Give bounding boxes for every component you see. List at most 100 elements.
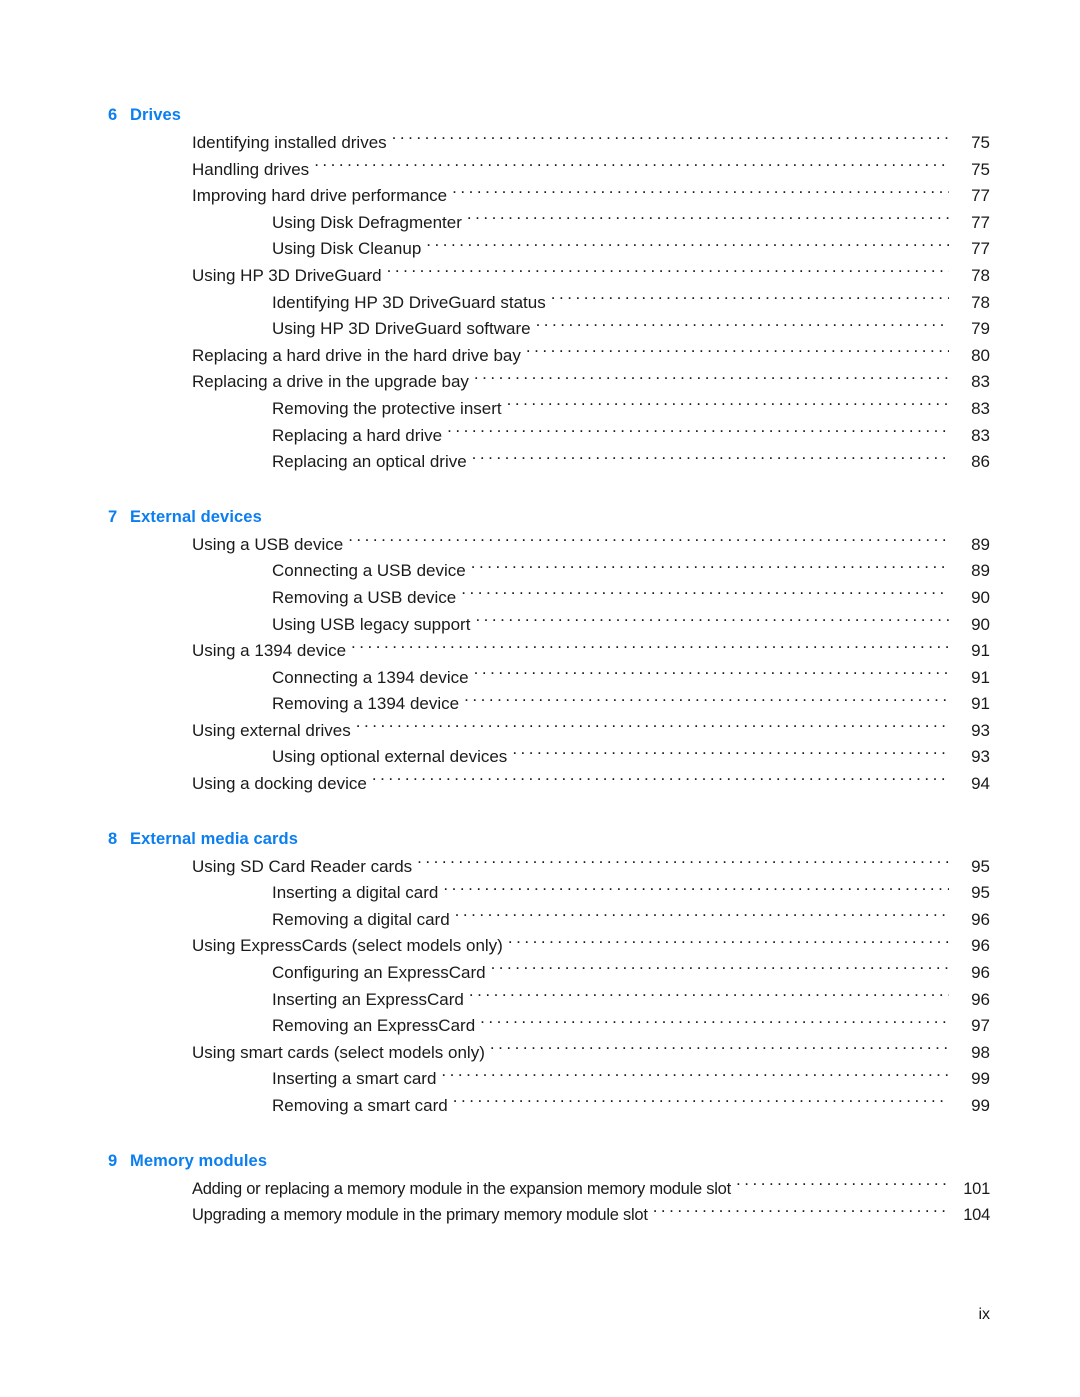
toc-entry-page-number: 96 xyxy=(971,909,990,929)
toc-entry[interactable]: Identifying installed drives 75 xyxy=(108,130,990,157)
toc-entry-page-number: 99 xyxy=(971,1096,990,1115)
toc-entry-label: Upgrading a memory module in the primary… xyxy=(192,1206,648,1225)
toc-entry[interactable]: Identifying HP 3D DriveGuard status 78 xyxy=(108,290,990,317)
toc-entry[interactable]: Using HP 3D DriveGuard software 79 xyxy=(108,316,990,343)
toc-entry-page-number: 91 xyxy=(971,667,990,687)
toc-entry-page-number: 78 xyxy=(971,265,990,285)
dot-leader xyxy=(469,988,949,1005)
dot-leader xyxy=(452,184,949,201)
chapter-title: External media cards xyxy=(130,829,298,848)
toc-entry-label: Identifying HP 3D DriveGuard status xyxy=(272,292,546,312)
toc-entry[interactable]: Upgrading a memory module in the primary… xyxy=(108,1202,990,1229)
chapter-number: 8 xyxy=(108,829,118,848)
chapter-heading[interactable]: 9 Memory modules xyxy=(108,1150,990,1172)
toc-entry-label: Using HP 3D DriveGuard xyxy=(192,265,382,285)
toc-entry[interactable]: Using Disk Cleanup 77 xyxy=(108,236,990,263)
toc-entry-page-number: 99 xyxy=(971,1069,990,1089)
dot-leader xyxy=(356,719,949,736)
toc-entry-label: Removing the protective insert xyxy=(272,398,502,418)
toc-entry-label: Inserting a digital card xyxy=(272,883,439,903)
toc-entry-label: Connecting a USB device xyxy=(272,561,466,581)
dot-leader xyxy=(314,158,949,175)
toc-entry-page-number: 101 xyxy=(963,1179,990,1198)
toc-entry[interactable]: Using a USB device 89 xyxy=(108,532,990,559)
toc-entry-label: Using HP 3D DriveGuard software xyxy=(272,319,531,339)
dot-leader xyxy=(447,424,949,441)
chapter-heading[interactable]: 7 External devices xyxy=(108,506,990,528)
toc-entry[interactable]: Replacing a drive in the upgrade bay 83 xyxy=(108,369,990,396)
toc-entry[interactable]: Replacing an optical drive 86 xyxy=(108,449,990,476)
toc-entry[interactable]: Using HP 3D DriveGuard 78 xyxy=(108,263,990,290)
toc-entry[interactable]: Removing a smart card 99 xyxy=(108,1093,990,1120)
toc-entry[interactable]: Removing a digital card 96 xyxy=(108,907,990,934)
dot-leader xyxy=(387,264,949,281)
dot-leader xyxy=(653,1204,949,1221)
toc-entry-label: Using external drives xyxy=(192,720,351,740)
toc-chapter: 8 External media cards Using SD Card Reade… xyxy=(108,828,990,1120)
toc-entry-label: Using smart cards (select models only) xyxy=(192,1042,485,1062)
toc-entry-page-number: 89 xyxy=(971,561,990,581)
toc-entry[interactable]: Improving hard drive performance 77 xyxy=(108,183,990,210)
toc-entry[interactable]: Adding or replacing a memory module in t… xyxy=(108,1176,990,1203)
toc-chapter: 9 Memory modules Adding or replacing a mem… xyxy=(108,1150,990,1229)
toc-page: 6Drives Identifying installed drives75Han… xyxy=(0,0,1080,1397)
toc-entry[interactable]: Inserting an ExpressCard 96 xyxy=(108,987,990,1014)
toc-entry[interactable]: Using smart cards (select models only) 98 xyxy=(108,1040,990,1067)
dot-leader xyxy=(551,291,949,308)
toc-entry[interactable]: Replacing a hard drive 83 xyxy=(108,423,990,450)
toc-entry[interactable]: Connecting a USB device 89 xyxy=(108,558,990,585)
toc-entry[interactable]: Handling drives 75 xyxy=(108,157,990,184)
toc-entry[interactable]: Inserting a digital card 95 xyxy=(108,880,990,907)
toc-entry-page-number: 104 xyxy=(963,1206,990,1225)
dot-leader xyxy=(512,745,949,762)
dot-leader xyxy=(475,613,949,630)
toc-entry[interactable]: Using USB legacy support 90 xyxy=(108,612,990,639)
dot-leader xyxy=(453,1094,949,1111)
toc-entry[interactable]: Using Disk Defragmenter 77 xyxy=(108,210,990,237)
toc-entry-page-number: 79 xyxy=(971,319,990,339)
toc-entry[interactable]: Using a 1394 device 91 xyxy=(108,638,990,665)
toc-entry-label: Replacing a hard drive in the hard drive… xyxy=(192,345,521,365)
toc-entry-page-number: 95 xyxy=(971,856,990,876)
toc-entry[interactable]: Removing a USB device 90 xyxy=(108,585,990,612)
toc-entry[interactable]: Removing a 1394 device 91 xyxy=(108,691,990,718)
toc-entry[interactable]: Using ExpressCards (select models only) 9… xyxy=(108,933,990,960)
dot-leader xyxy=(455,908,949,925)
toc-entry-page-number: 96 xyxy=(971,936,990,956)
toc-chapter: 6Drives Identifying installed drives75Han… xyxy=(108,104,990,476)
toc-entry[interactable]: Using optional external devices 93 xyxy=(108,744,990,771)
toc-chapter: 7External devicesUsing a USB device89Con… xyxy=(108,506,990,798)
toc-entry-page-number: 98 xyxy=(971,1042,990,1062)
dot-leader xyxy=(461,586,949,603)
toc-entry-label: Removing a 1394 device xyxy=(272,694,460,714)
dot-leader xyxy=(471,559,949,576)
toc-entry-page-number: 77 xyxy=(971,239,990,259)
toc-entry[interactable]: Using external drives 93 xyxy=(108,718,990,745)
toc-entry-page-number: 94 xyxy=(971,774,990,794)
toc-entry-label: Inserting a smart card xyxy=(272,1069,437,1089)
toc-entry[interactable]: Removing an ExpressCard 97 xyxy=(108,1013,990,1040)
toc-entry[interactable]: Using SD Card Reader cards 95 xyxy=(108,854,990,881)
chapter-heading[interactable]: 8 External media cards xyxy=(108,828,990,850)
toc-entry[interactable]: Using a docking device 94 xyxy=(108,771,990,798)
dot-leader xyxy=(443,881,949,898)
toc-entry-page-number: 93 xyxy=(971,720,990,740)
dot-leader xyxy=(417,855,949,872)
toc-entry-label: Using a USB device xyxy=(192,534,344,554)
toc-entry-label: Replacing an optical drive xyxy=(272,452,467,472)
chapter-heading[interactable]: 6 Drives xyxy=(108,104,990,126)
toc-entry-page-number: 91 xyxy=(971,694,990,714)
toc-entry-label: Improving hard drive performance xyxy=(192,186,448,206)
dot-leader xyxy=(474,666,949,683)
toc-entry[interactable]: Inserting a smart card 99 xyxy=(108,1066,990,1093)
toc-entry[interactable]: Connecting a 1394 device 91 xyxy=(108,665,990,692)
toc-entry-page-number: 83 xyxy=(971,425,990,445)
toc-entry[interactable]: Removing the protective insert 83 xyxy=(108,396,990,423)
toc-entry-label: Handling drives xyxy=(192,159,310,179)
dot-leader xyxy=(507,397,949,414)
toc-entry-page-number: 80 xyxy=(971,345,990,365)
toc-entry[interactable]: Configuring an ExpressCard 96 xyxy=(108,960,990,987)
dot-leader xyxy=(480,1014,949,1031)
dot-leader xyxy=(467,211,949,228)
toc-entry[interactable]: Replacing a hard drive in the hard drive… xyxy=(108,343,990,370)
